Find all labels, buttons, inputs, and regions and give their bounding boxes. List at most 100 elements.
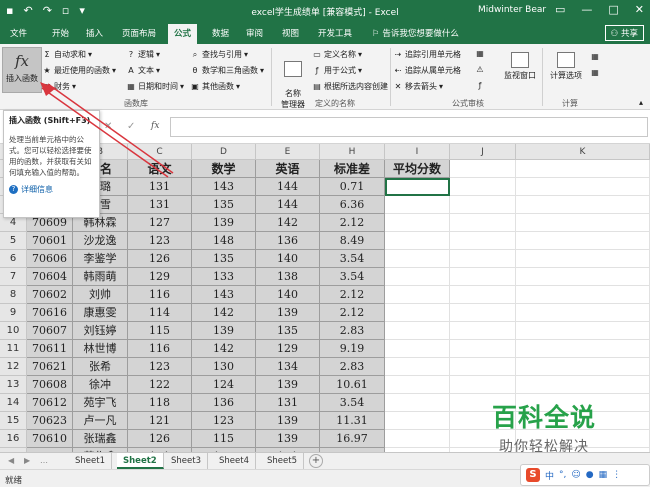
sogou-logo-icon[interactable]: S <box>526 468 540 482</box>
grid-cell[interactable]: 张瑞鑫 <box>73 430 128 448</box>
grid-cell[interactable] <box>385 268 450 286</box>
grid-cell[interactable]: 70606 <box>27 250 73 268</box>
grid-cell[interactable]: 70604 <box>27 268 73 286</box>
row-header[interactable]: 13 <box>0 376 27 394</box>
row-header[interactable]: 7 <box>0 268 27 286</box>
grid-cell[interactable] <box>450 250 516 268</box>
grid-cell[interactable]: 徐冲 <box>73 376 128 394</box>
grid-cell[interactable]: 133 <box>192 268 256 286</box>
grid-cell[interactable]: 116 <box>128 340 192 358</box>
sheet-tab-sheet1[interactable]: Sheet1 <box>69 453 112 469</box>
tab-view[interactable]: 视图 <box>282 27 299 39</box>
grid-cell[interactable]: 148 <box>192 232 256 250</box>
grid-cell[interactable]: 6.36 <box>320 196 385 214</box>
row-header[interactable]: 6 <box>0 250 27 268</box>
define-name-button[interactable]: ▭ 定义名称 ▾ <box>312 49 362 60</box>
grid-cell[interactable] <box>385 196 450 214</box>
grid-cell[interactable]: 142 <box>192 304 256 322</box>
grid-cell[interactable]: 144 <box>256 196 320 214</box>
error-checking-icon[interactable]: ⚠ <box>475 65 485 74</box>
tab-home[interactable]: 开始 <box>52 27 69 39</box>
name-manager-button[interactable]: 名称 管理器 <box>276 52 310 110</box>
grid-cell[interactable]: 2.12 <box>320 286 385 304</box>
grid-cell[interactable]: 123 <box>128 232 192 250</box>
grid-cell[interactable]: 136 <box>192 394 256 412</box>
grid-cell[interactable]: 2.83 <box>320 322 385 340</box>
column-header[interactable]: J <box>450 144 516 160</box>
grid-cell[interactable]: 126 <box>128 250 192 268</box>
grid-cell[interactable] <box>450 178 516 196</box>
grid-cell[interactable]: 70608 <box>27 376 73 394</box>
tab-page-layout[interactable]: 页面布局 <box>122 27 156 39</box>
grid-cell[interactable]: 张希 <box>73 358 128 376</box>
header-cell[interactable]: 语文 <box>128 160 192 178</box>
grid-cell[interactable]: 136 <box>256 232 320 250</box>
grid-cell[interactable] <box>450 304 516 322</box>
grid-cell[interactable]: 139 <box>256 412 320 430</box>
collapse-ribbon-icon[interactable]: ▴ <box>636 98 646 107</box>
header-cell[interactable]: 平均分数 <box>385 160 450 178</box>
grid-cell[interactable]: 沙龙逸 <box>73 232 128 250</box>
grid-cell[interactable]: 131 <box>256 394 320 412</box>
grid-cell[interactable]: 144 <box>256 178 320 196</box>
show-formulas-icon[interactable]: ▦ <box>475 49 485 58</box>
grid-cell[interactable]: 139 <box>256 376 320 394</box>
grid-cell[interactable]: 3.54 <box>320 268 385 286</box>
user-name[interactable]: Midwinter Bear <box>478 5 546 15</box>
more-sheets-icon[interactable]: … <box>40 456 48 465</box>
row-header[interactable]: 5 <box>0 232 27 250</box>
calculate-now-icon[interactable]: ▦ <box>590 52 600 61</box>
grid-cell[interactable]: 143 <box>192 286 256 304</box>
maximize-icon[interactable]: □ <box>608 3 618 16</box>
grid-cell[interactable]: 韩雨萌 <box>73 268 128 286</box>
tab-insert[interactable]: 插入 <box>86 27 103 39</box>
grid-cell[interactable]: 70621 <box>27 358 73 376</box>
header-cell[interactable]: 标准差 <box>320 160 385 178</box>
keyboard-icon[interactable]: ▦ <box>599 470 608 480</box>
column-header[interactable]: E <box>256 144 320 160</box>
grid-cell[interactable] <box>516 268 650 286</box>
grid-cell[interactable] <box>385 412 450 430</box>
column-header[interactable]: I <box>385 144 450 160</box>
share-button[interactable]: ⚇ 共享 <box>604 25 644 41</box>
minimize-icon[interactable]: — <box>581 3 592 16</box>
tell-me-search[interactable]: ⚐ 告诉我您想要做什么 <box>372 27 459 39</box>
grid-cell[interactable]: 康惠雯 <box>73 304 128 322</box>
grid-cell[interactable]: 70616 <box>27 304 73 322</box>
formula-fx-icon[interactable]: fx <box>151 121 159 131</box>
grid-cell[interactable]: 138 <box>256 268 320 286</box>
grid-cell[interactable] <box>516 340 650 358</box>
grid-cell[interactable]: 9.19 <box>320 340 385 358</box>
grid-cell[interactable] <box>385 214 450 232</box>
ribbon-display-icon[interactable]: ▭ <box>555 3 565 16</box>
grid-cell[interactable]: 苑宇飞 <box>73 394 128 412</box>
recently-used-button[interactable]: ★ 最近使用的函数 ▾ <box>42 65 116 76</box>
grid-cell[interactable] <box>385 304 450 322</box>
grid-cell[interactable]: 130 <box>192 358 256 376</box>
grid-cell[interactable]: 70610 <box>27 430 73 448</box>
grid-cell[interactable] <box>385 394 450 412</box>
header-cell[interactable] <box>516 160 650 178</box>
active-cell-selection[interactable] <box>385 178 450 196</box>
more-functions-button[interactable]: ▣ 其他函数 ▾ <box>190 81 240 92</box>
grid-cell[interactable] <box>516 232 650 250</box>
header-cell[interactable] <box>450 160 516 178</box>
date-time-button[interactable]: ▦ 日期和时间 ▾ <box>126 81 184 92</box>
grid-cell[interactable]: 121 <box>128 412 192 430</box>
grid-cell[interactable] <box>516 178 650 196</box>
grid-cell[interactable]: 3.54 <box>320 394 385 412</box>
grid-cell[interactable] <box>450 268 516 286</box>
ime-language[interactable]: 中 <box>545 469 554 482</box>
grid-cell[interactable]: 142 <box>256 214 320 232</box>
tab-file[interactable]: 文件 <box>10 27 27 39</box>
calculate-sheet-icon[interactable]: ▦ <box>590 68 600 77</box>
grid-cell[interactable]: 3.54 <box>320 250 385 268</box>
use-in-formula-button[interactable]: ƒ 用于公式 ▾ <box>312 65 362 76</box>
grid-cell[interactable]: 127 <box>128 214 192 232</box>
grid-cell[interactable] <box>385 250 450 268</box>
grid-cell[interactable]: 70602 <box>27 286 73 304</box>
grid-cell[interactable]: 123 <box>192 412 256 430</box>
grid-cell[interactable]: 139 <box>192 214 256 232</box>
grid-cell[interactable]: 林世博 <box>73 340 128 358</box>
grid-cell[interactable] <box>516 214 650 232</box>
